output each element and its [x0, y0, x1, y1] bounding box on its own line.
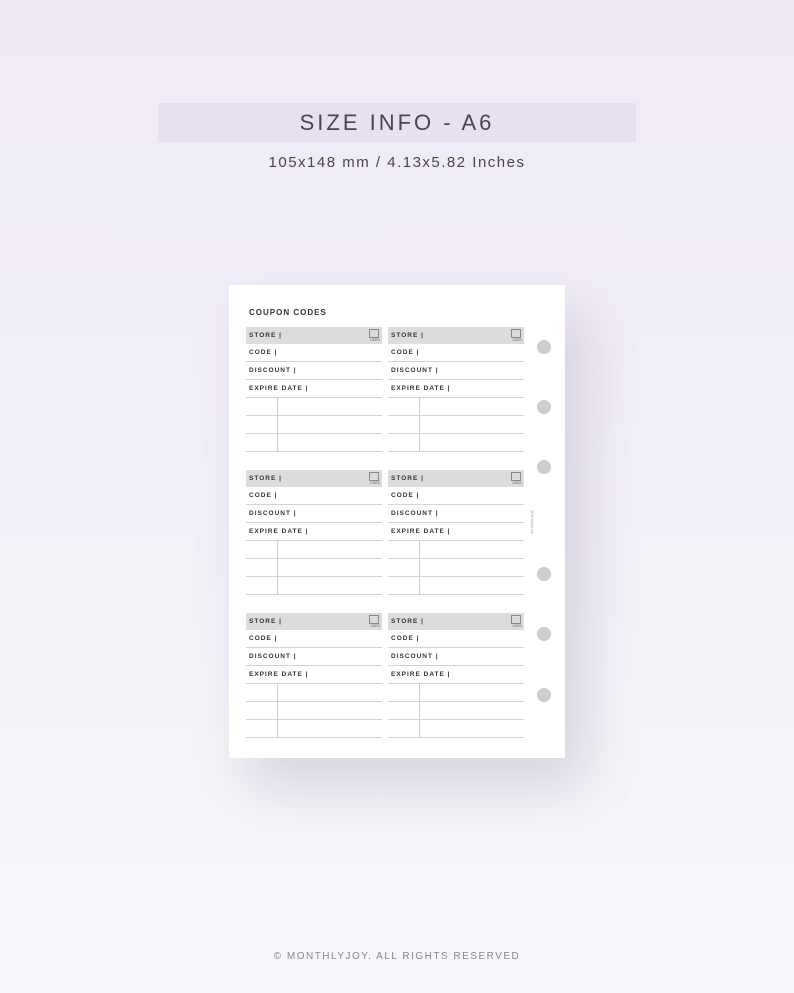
discount-label: DISCOUNT |: [391, 510, 439, 517]
blank-row: [388, 398, 524, 416]
blank-row: [388, 720, 524, 738]
binder-hole: [537, 460, 551, 474]
used-checkbox[interactable]: [511, 615, 521, 624]
expire-label: EXPIRE DATE |: [391, 528, 451, 535]
binder-hole: [537, 627, 551, 641]
discount-label: DISCOUNT |: [249, 653, 297, 660]
size-subtitle: 105x148 mm / 4.13x5.82 Inches: [268, 154, 526, 171]
code-row: CODE |: [246, 487, 382, 505]
expire-label: EXPIRE DATE |: [391, 385, 451, 392]
expire-label: EXPIRE DATE |: [249, 528, 309, 535]
blank-row: [246, 398, 382, 416]
page-title: SIZE INFO - A6: [299, 110, 495, 135]
blank-row: [246, 702, 382, 720]
code-row: CODE |: [246, 344, 382, 362]
used-label: USED: [370, 338, 380, 342]
discount-row: DISCOUNT |: [246, 505, 382, 523]
expire-row: EXPIRE DATE |: [246, 523, 382, 541]
used-checkbox[interactable]: [369, 472, 379, 481]
expire-row: EXPIRE DATE |: [388, 380, 524, 398]
discount-row: DISCOUNT |: [246, 648, 382, 666]
blank-row: [246, 541, 382, 559]
code-label: CODE |: [249, 635, 278, 642]
used-checkbox[interactable]: [369, 615, 379, 624]
blank-row: [388, 416, 524, 434]
discount-row: DISCOUNT |: [388, 505, 524, 523]
blank-row: [246, 577, 382, 595]
used-checkbox[interactable]: [511, 329, 521, 338]
used-label: USED: [512, 481, 522, 485]
blank-row: [388, 434, 524, 452]
code-label: CODE |: [391, 492, 420, 499]
binder-hole: [537, 340, 551, 354]
expire-label: EXPIRE DATE |: [249, 671, 309, 678]
store-label: STORE |: [249, 618, 282, 625]
expire-row: EXPIRE DATE |: [246, 380, 382, 398]
expire-row: EXPIRE DATE |: [246, 666, 382, 684]
blank-row: [246, 720, 382, 738]
binder-hole: [537, 400, 551, 414]
used-label: USED: [370, 624, 380, 628]
code-label: CODE |: [391, 349, 420, 356]
blank-row: [388, 684, 524, 702]
binder-hole: [537, 567, 551, 581]
code-row: CODE |: [388, 344, 524, 362]
expire-row: EXPIRE DATE |: [388, 666, 524, 684]
store-row: STORE | USED: [388, 327, 524, 344]
used-label: USED: [512, 338, 522, 342]
coupon-card: STORE | USED CODE | DISCOUNT | EXPIRE DAT…: [388, 470, 524, 595]
blank-row: [246, 416, 382, 434]
copyright-footer: © MONTHLYJOY. ALL RIGHTS RESERVED: [273, 951, 521, 962]
binder-hole: [537, 688, 551, 702]
coupon-card: STORE | USED CODE | DISCOUNT | EXPIRE DAT…: [388, 327, 524, 452]
store-row: STORE | USED: [246, 327, 382, 344]
code-label: CODE |: [391, 635, 420, 642]
discount-label: DISCOUNT |: [391, 367, 439, 374]
store-label: STORE |: [391, 475, 424, 482]
discount-label: DISCOUNT |: [249, 367, 297, 374]
code-row: CODE |: [246, 630, 382, 648]
discount-label: DISCOUNT |: [249, 510, 297, 517]
used-label: USED: [370, 481, 380, 485]
store-label: STORE |: [249, 475, 282, 482]
used-checkbox[interactable]: [369, 329, 379, 338]
code-label: CODE |: [249, 492, 278, 499]
blank-row: [388, 577, 524, 595]
discount-row: DISCOUNT |: [388, 648, 524, 666]
discount-label: DISCOUNT |: [391, 653, 439, 660]
store-row: STORE | USED: [388, 470, 524, 487]
code-label: CODE |: [249, 349, 278, 356]
coupon-card: STORE | USED CODE | DISCOUNT | EXPIRE DAT…: [246, 613, 382, 738]
planner-heading: COUPON CODES: [249, 308, 327, 317]
blank-row: [246, 684, 382, 702]
blank-row: [388, 559, 524, 577]
store-label: STORE |: [249, 332, 282, 339]
blank-row: [246, 434, 382, 452]
store-row: STORE | USED: [246, 470, 382, 487]
code-row: CODE |: [388, 630, 524, 648]
coupon-card: STORE | USED CODE | DISCOUNT | EXPIRE DAT…: [388, 613, 524, 738]
discount-row: DISCOUNT |: [246, 362, 382, 380]
coupon-card: STORE | USED CODE | DISCOUNT | EXPIRE DAT…: [246, 470, 382, 595]
blank-row: [246, 559, 382, 577]
expire-label: EXPIRE DATE |: [249, 385, 309, 392]
blank-row: [388, 702, 524, 720]
expire-label: EXPIRE DATE |: [391, 671, 451, 678]
watermark: @MonthlyJoy: [530, 510, 535, 535]
blank-row: [388, 541, 524, 559]
store-label: STORE |: [391, 618, 424, 625]
store-row: STORE | USED: [388, 613, 524, 630]
store-row: STORE | USED: [246, 613, 382, 630]
coupon-card: STORE | USED CODE | DISCOUNT | EXPIRE DAT…: [246, 327, 382, 452]
code-row: CODE |: [388, 487, 524, 505]
discount-row: DISCOUNT |: [388, 362, 524, 380]
planner-page: COUPON CODES @MonthlyJoy STORE | USED COD…: [229, 285, 565, 758]
used-label: USED: [512, 624, 522, 628]
used-checkbox[interactable]: [511, 472, 521, 481]
expire-row: EXPIRE DATE |: [388, 523, 524, 541]
store-label: STORE |: [391, 332, 424, 339]
